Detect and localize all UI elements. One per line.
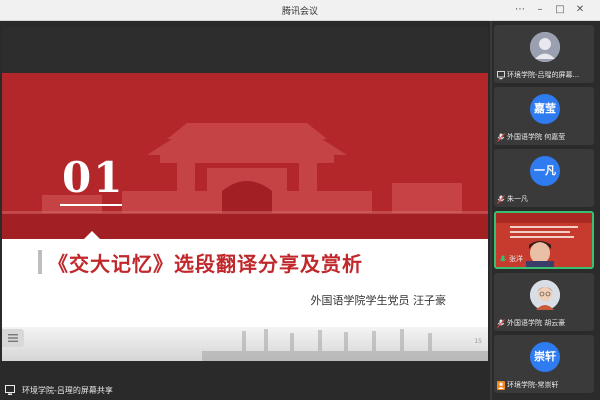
pin-icon[interactable]: ⋯	[512, 2, 528, 18]
minimize-button[interactable]: –	[532, 2, 548, 18]
avatar: 嘉莹	[530, 94, 560, 124]
user-photo-icon	[530, 280, 560, 310]
participant-tile[interactable]: 嘉莹 外国语学院 何嘉莹	[494, 87, 594, 145]
slide-page-marker: 15	[474, 338, 482, 345]
participant-name: 朱一凡	[507, 195, 528, 203]
close-button[interactable]: ✕	[572, 2, 588, 18]
slide-footer-image	[2, 327, 488, 361]
avatar	[530, 280, 560, 310]
participant-name: 张洋	[509, 255, 523, 263]
microphone-muted-icon	[497, 133, 505, 142]
share-label-text: 环境学院-吕瑆的屏幕共享	[22, 386, 113, 395]
screen-share-area: 01 《交大记忆》选段翻译分享及赏析 外国语学院学生党员 汪子豪 15	[0, 21, 490, 400]
avatar: 崇轩	[530, 342, 560, 372]
microphone-muted-icon	[497, 195, 505, 204]
window-title: 腾讯会议	[281, 7, 318, 17]
participant-name: 环境学院-常崇轩	[507, 381, 559, 389]
section-underline	[60, 204, 122, 206]
slide-subtitle: 外国语学院学生党员 汪子豪	[310, 294, 447, 307]
section-number: 01	[62, 153, 125, 202]
participant-name: 外国语学院 胡云豪	[507, 319, 566, 327]
user-photo-icon	[530, 32, 560, 62]
avatar: 一凡	[530, 156, 560, 186]
panel-divider[interactable]	[490, 21, 492, 400]
participant-tile[interactable]: 崇轩 环境学院-常崇轩	[494, 335, 594, 393]
participant-name: 环境学院-吕瑆的屏幕...	[507, 71, 580, 79]
microphone-active-icon	[499, 255, 507, 262]
screen-share-icon	[5, 385, 15, 395]
column-silhouettes	[202, 329, 488, 361]
title-bar: 腾讯会议 ⋯ – □ ✕	[0, 0, 600, 21]
presentation-slide: 01 《交大记忆》选段翻译分享及赏析 外国语学院学生党员 汪子豪 15	[2, 27, 488, 361]
host-icon	[497, 381, 505, 390]
annotation-toolbar-toggle[interactable]	[2, 329, 24, 347]
participant-tile[interactable]: 外国语学院 胡云豪	[494, 273, 594, 331]
maximize-button[interactable]: □	[552, 2, 568, 18]
list-icon	[8, 334, 18, 342]
slide-banner: 01	[2, 73, 488, 239]
slide-header-band	[2, 27, 488, 73]
participant-tile[interactable]: 环境学院-吕瑆的屏幕...	[494, 25, 594, 83]
slide-title: 《交大记忆》选段翻译分享及赏析	[48, 252, 363, 276]
participant-tile[interactable]: 一凡 朱一凡	[494, 149, 594, 207]
banner-pointer	[84, 231, 100, 239]
title-accent-bar	[38, 250, 42, 274]
microphone-muted-icon	[497, 319, 505, 328]
participant-tile-speaking[interactable]: 张洋	[494, 211, 594, 269]
screen-share-icon	[497, 71, 505, 80]
participant-name: 外国语学院 何嘉莹	[507, 133, 566, 141]
avatar	[530, 32, 560, 62]
share-status-bar: 环境学院-吕瑆的屏幕共享	[0, 381, 490, 400]
